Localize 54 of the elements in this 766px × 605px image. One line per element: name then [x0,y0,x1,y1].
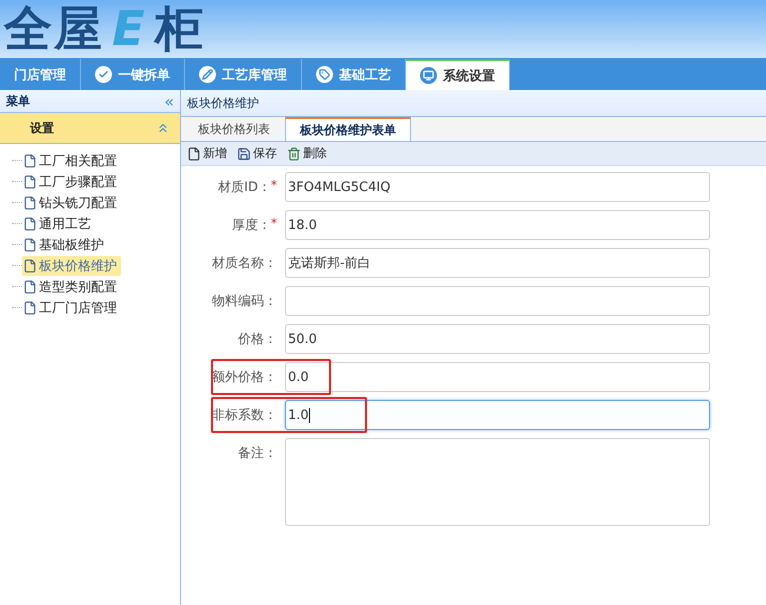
file-icon [187,146,201,160]
toolbar-button[interactable]: 删除 [287,145,327,162]
field-label: 备注： [237,445,278,463]
input-field[interactable]: 3FO4MLG5C4IQ [285,172,710,202]
tree-item[interactable]: 工厂门店管理 [22,298,121,318]
logo-text: 柜 [154,5,205,53]
tree-item[interactable]: 工厂相关配置 [22,150,121,170]
tree-item[interactable]: 钻头铣刀配置 [22,192,121,212]
field-label: 材质ID：* [217,177,278,197]
file-icon [23,216,37,230]
field-label: 厚度：* [231,215,278,235]
file-icon [23,280,37,294]
input-field[interactable]: 50.0 [285,324,710,354]
logo-text: E [112,5,147,53]
file-icon [23,174,37,188]
tree-item[interactable]: 通用工艺 [22,214,95,234]
tree-item[interactable]: 造型类别配置 [22,276,121,296]
tab[interactable]: 板块价格维护表单 [285,117,411,141]
floppy-icon [237,146,251,160]
nav-icon [199,66,216,83]
nav-icon [316,66,333,83]
toolbar-button[interactable]: 保存 [237,145,277,162]
file-icon [23,238,37,252]
required-mark: * [271,178,277,192]
notes-field[interactable] [285,438,710,526]
file-icon [23,300,37,314]
required-mark: * [271,216,277,230]
field-label: 额外价格： [211,369,278,387]
file-icon [23,258,37,272]
nav-icon [420,67,437,84]
tab[interactable]: 板块价格列表 [183,117,285,141]
field-label: 价格： [237,331,278,349]
toolbar-button[interactable]: 新增 [187,145,227,162]
tree-item[interactable]: 板块价格维护 [22,256,121,276]
input-field[interactable]: 克诺斯邦-前白 [285,248,710,278]
field-label: 非标系数： [211,407,278,425]
file-icon [23,196,37,210]
field-label: 物料编码： [211,293,278,311]
tree-item[interactable]: 工厂步骤配置 [22,172,121,192]
logo-text: 全屋 [4,5,104,53]
menu-section[interactable]: 设置 [0,113,180,144]
input-field[interactable]: 1.0 [285,400,710,430]
input-field[interactable]: 18.0 [285,210,710,240]
tree-item[interactable]: 基础板维护 [22,234,108,254]
nav-icon [95,66,112,83]
nav-tab[interactable]: 系统设置 [406,59,510,90]
panel-title: 板块价格维护 [181,90,766,117]
section-title: 设置 [30,120,54,136]
input-field[interactable] [285,286,710,316]
sidebar-title: 菜单 [6,92,30,110]
input-field[interactable]: 0.0 [285,362,710,392]
field-label: 材质名称： [211,255,278,273]
file-icon [23,154,37,168]
trash-icon [287,146,301,160]
